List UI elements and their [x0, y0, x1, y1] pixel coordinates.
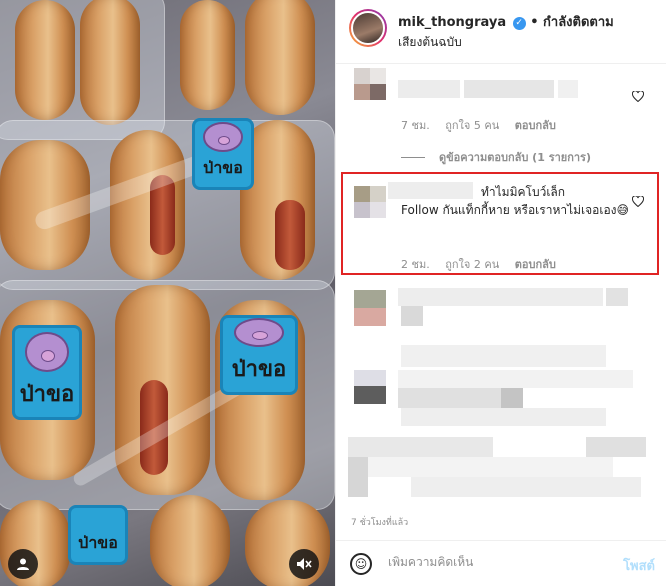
comment-meta: 7 ชม. ถูกใจ 5 คน ตอบกลับ	[401, 116, 568, 134]
add-comment-input[interactable]	[388, 555, 598, 569]
hotdog-bun	[150, 495, 230, 586]
verified-badge-icon: ✓	[512, 17, 526, 30]
comment-time: 7 ชม.	[401, 119, 430, 132]
redacted-text	[464, 80, 554, 98]
redacted-text	[586, 437, 646, 457]
pig-mascot-icon	[203, 122, 243, 152]
author-row: mik_thongraya ✓ • กำลังติดตาม	[398, 11, 614, 32]
post-photo[interactable]: ป่าขอ ป่าขอ ป่าขอ ป่าขอ	[0, 0, 335, 586]
product-label: ป่าขอ	[68, 505, 128, 565]
redacted-text	[368, 457, 613, 477]
hotdog-bun	[180, 0, 235, 110]
pig-mascot-icon	[24, 331, 70, 372]
commenter-avatar[interactable]	[354, 68, 386, 100]
divider-line	[401, 157, 425, 158]
redacted-text	[401, 306, 423, 326]
redacted-text	[606, 288, 628, 306]
reply-button[interactable]: ตอบกลับ	[515, 119, 556, 132]
hotdog-bun	[245, 0, 315, 115]
commenter-avatar[interactable]	[354, 370, 386, 404]
comment-likes[interactable]: ถูกใจ 5 คน	[445, 119, 499, 132]
comment-body: ทำไมมิคโบว์เล็ก Follow กันแท็กกี้หาย หรื…	[401, 183, 636, 219]
redacted-text	[411, 477, 641, 497]
heart-icon[interactable]	[632, 91, 644, 102]
author-username[interactable]: mik_thongraya	[398, 15, 506, 30]
comment-panel: mik_thongraya ✓ • กำลังติดตาม เสียงต้นฉบ…	[335, 0, 666, 586]
redacted-meta	[401, 408, 606, 426]
comment-line1: ทำไมมิคโบว์เล็ก	[481, 185, 566, 199]
redacted-username	[398, 80, 460, 98]
author-avatar[interactable]	[349, 9, 387, 47]
comment-time: 2 ชม.	[401, 258, 430, 271]
post-header: mik_thongraya ✓ • กำลังติดตาม เสียงต้นฉบ…	[336, 0, 666, 64]
following-button[interactable]: กำลังติดตาม	[543, 15, 614, 30]
product-label: ป่าขอ	[192, 118, 254, 190]
redacted-meta	[401, 345, 606, 367]
separator-dot: •	[530, 15, 539, 30]
product-label: ป่าขอ	[12, 325, 82, 420]
post-comment-button[interactable]: โพสต์	[623, 555, 655, 576]
reply-button[interactable]: ตอบกลับ	[515, 258, 556, 271]
pig-mascot-icon	[233, 318, 285, 347]
redacted-text	[558, 80, 578, 98]
mute-icon	[297, 558, 312, 570]
redacted-text	[398, 288, 603, 306]
original-audio-link[interactable]: เสียงต้นฉบับ	[398, 33, 462, 52]
post-timestamp[interactable]: 7 ชั่วโมงที่แล้ว	[351, 515, 408, 529]
hotdog-bun	[80, 0, 140, 125]
redacted-text	[398, 370, 633, 388]
comment-meta: 2 ชม. ถูกใจ 2 คน ตอบกลับ	[401, 255, 568, 273]
redacted-text	[501, 388, 523, 408]
mute-button[interactable]	[289, 549, 319, 579]
user-tag-button[interactable]	[8, 549, 38, 579]
redacted-text	[348, 457, 368, 497]
comment-line2: Follow กันแท็กกี้หาย หรือเราหาไม่เจอเอง😅	[401, 203, 630, 217]
sausage	[275, 200, 305, 270]
redacted-text	[348, 437, 493, 457]
heart-icon[interactable]	[632, 196, 644, 207]
hotdog-bun	[245, 500, 330, 586]
view-replies-button[interactable]: ดูข้อความตอบกลับ (1 รายการ)	[401, 148, 591, 166]
hotdog-bun	[15, 0, 75, 120]
commenter-avatar[interactable]	[354, 290, 386, 326]
emoji-icon[interactable]: ☺	[350, 553, 372, 575]
comment-composer: ☺ โพสต์	[336, 540, 666, 586]
commenter-avatar[interactable]	[354, 186, 386, 218]
comment-likes[interactable]: ถูกใจ 2 คน	[445, 258, 499, 271]
user-tag-icon	[17, 558, 29, 570]
product-label: ป่าขอ	[220, 315, 298, 395]
